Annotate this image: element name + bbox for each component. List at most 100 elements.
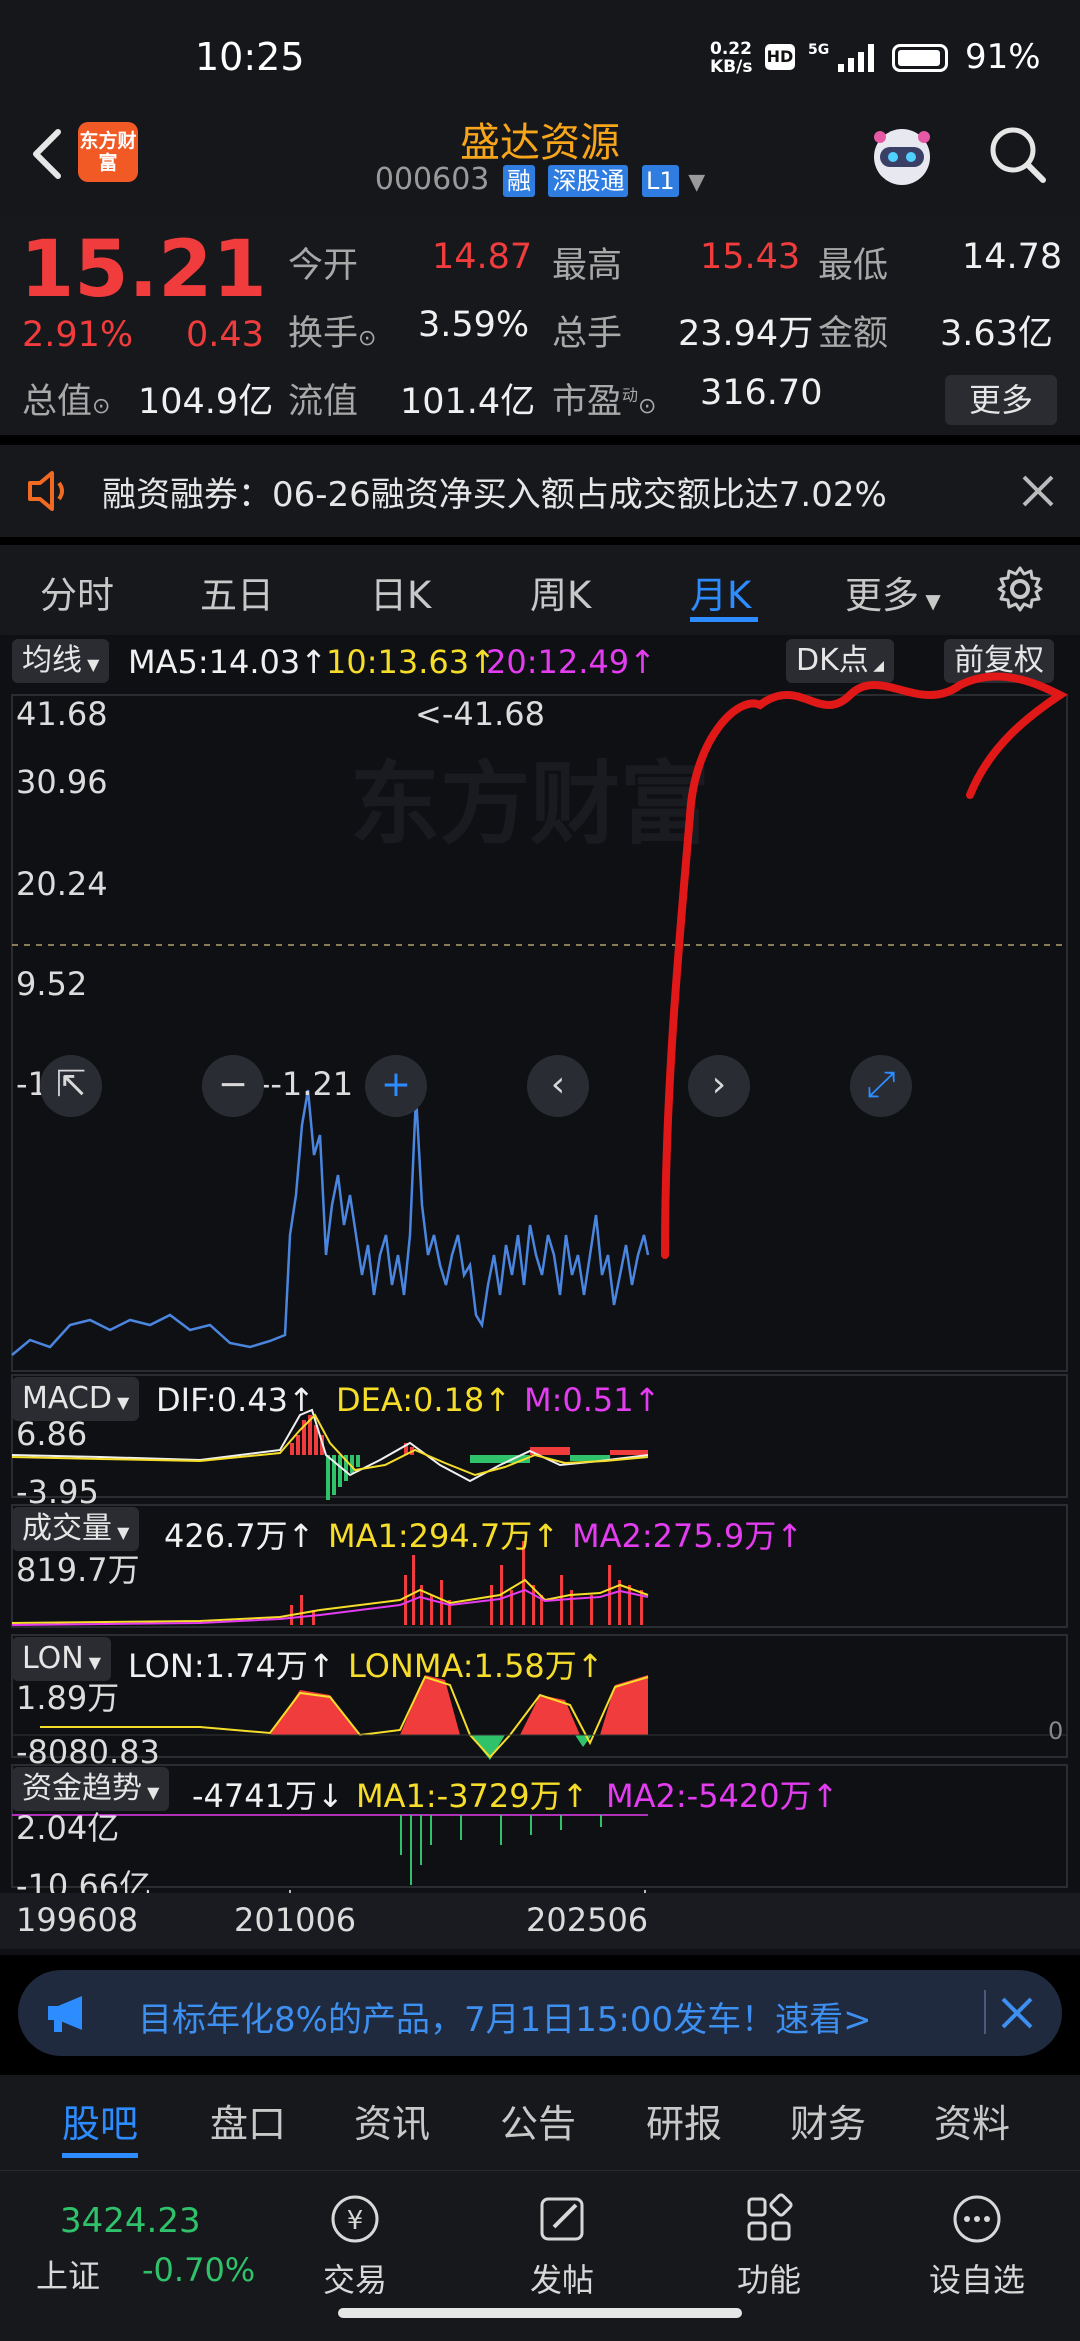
status-bar: 10:25 0.22 KB/s HD 5G 91%	[0, 0, 1080, 110]
stock-code: 000603	[374, 162, 490, 197]
settings-gear-icon[interactable]	[996, 565, 1044, 613]
mktcap-label[interactable]: 总值⊙	[22, 373, 110, 424]
battery-percent: 91%	[965, 37, 1041, 77]
tab-intraday[interactable]: 分时	[40, 565, 114, 619]
zoom-in-icon[interactable]: +	[365, 1055, 427, 1117]
low-value: 14.78	[962, 237, 1063, 277]
tab-monthly-k[interactable]: 月K	[690, 565, 751, 619]
svg-text:¥: ¥	[347, 2206, 364, 2236]
lon-value: LON:1.74万↑	[128, 1647, 335, 1685]
more-dots-icon	[953, 2195, 1001, 2243]
divider	[984, 1990, 986, 2034]
amount-label: 金额	[818, 314, 889, 354]
close-promo-icon[interactable]	[1000, 1996, 1034, 2030]
edit-icon	[540, 2197, 584, 2241]
low-label: 最低	[818, 246, 889, 286]
change-percent: 2.91%	[22, 315, 134, 355]
tab-profile[interactable]: 资料	[934, 2093, 1010, 2148]
period-tabs: 分时 五日 日K 周K 月K 更多 ▼	[0, 545, 1080, 635]
fund-ma1: MA1:-3729万↑	[356, 1777, 589, 1815]
megaphone-icon	[48, 1996, 82, 2032]
quote-panel: 15.21 2.91% 0.43 今开 14.87 最高 15.43 最低 14…	[0, 215, 1080, 435]
lonma-value: LONMA:1.58万↑	[348, 1647, 604, 1685]
robot-assistant-icon[interactable]	[862, 115, 942, 195]
change-amount: 0.43	[186, 315, 264, 355]
tab-more[interactable]: 更多 ▼	[845, 565, 941, 619]
y-tick-4: 9.52	[16, 965, 88, 1003]
close-icon[interactable]	[1020, 473, 1056, 509]
active-tab-underline	[690, 617, 758, 622]
y-tick-3: 20.24	[16, 865, 108, 903]
nav-trade[interactable]: ¥ 交易	[290, 2191, 420, 2301]
battery-icon	[892, 44, 948, 72]
volume-top: 819.7万	[16, 1551, 140, 1589]
pe-value: 316.70	[700, 373, 823, 413]
stock-header: 东方财富 盛达资源 000603 融 深股通 L1 ▼	[0, 110, 1080, 215]
float-label: 流值	[288, 382, 359, 422]
macd-m: M:0.51↑	[524, 1381, 661, 1419]
scroll-left-icon[interactable]: ‹	[527, 1055, 589, 1117]
turnover-value: 3.59%	[418, 305, 530, 345]
tab-weekly-k[interactable]: 周K	[530, 565, 591, 619]
high-label: 最高	[552, 246, 623, 286]
nav-functions[interactable]: 功能	[704, 2191, 834, 2301]
volume-current: 426.7万↑	[164, 1517, 315, 1555]
more-button[interactable]: 更多	[945, 375, 1057, 425]
volume-ma1: MA1:294.7万↑	[328, 1517, 560, 1555]
pe-label[interactable]: 市盈动⊙	[552, 373, 656, 424]
volume-value: 23.94万	[678, 314, 814, 354]
macd-top: 6.86	[16, 1415, 88, 1453]
fund-ma2: MA2:-5420万↑	[606, 1777, 839, 1815]
index-name[interactable]: 上证	[36, 2251, 100, 2297]
macd-dea: DEA:0.18↑	[336, 1381, 512, 1419]
tab-news[interactable]: 资讯	[354, 2093, 430, 2148]
max-price-label: <-41.68	[415, 695, 545, 733]
nav-post[interactable]: 发帖	[497, 2191, 627, 2301]
active-info-tab-underline	[62, 2153, 138, 2158]
kline-chart-area[interactable]: 均线 ▼ MA5:14.03↑ 10:13.63↑ 20:12.49↑ DK点 …	[0, 635, 1080, 1955]
zoom-out-icon[interactable]: −	[202, 1055, 264, 1117]
high-value: 15.43	[700, 237, 801, 277]
fund-value: -4741万↓	[192, 1777, 344, 1815]
index-change[interactable]: -0.70%	[142, 2251, 255, 2289]
macd-bottom: -3.95	[16, 1473, 99, 1511]
macd-dif: DIF:0.43↑	[156, 1381, 315, 1419]
fund-bars	[400, 1815, 602, 1885]
lon-bottom: -8080.83	[16, 1733, 160, 1771]
current-price: 15.21	[20, 225, 267, 315]
margin-notice-bar[interactable]: 融资融券：06-26融资净买入额占成交额比达7.02%	[0, 445, 1080, 537]
tab-finance[interactable]: 财务	[790, 2093, 866, 2148]
trade-icon: ¥	[331, 2195, 379, 2243]
turnover-label[interactable]: 换手⊙	[288, 305, 376, 356]
tab-orderbook[interactable]: 盘口	[210, 2093, 286, 2148]
home-indicator[interactable]	[338, 2308, 742, 2318]
notice-text: 融资融券：06-26融资净买入额占成交额比达7.02%	[102, 475, 887, 515]
shrink-icon[interactable]: ⇱	[40, 1055, 102, 1117]
tab-five-day[interactable]: 五日	[200, 565, 274, 619]
fullscreen-icon[interactable]: ⤢	[850, 1055, 912, 1117]
tab-announcements[interactable]: 公告	[500, 2093, 576, 2148]
mktcap-value: 104.9亿	[138, 382, 274, 422]
promo-banner[interactable]: 目标年化8%的产品，7月1日15:00发车！速看>	[18, 1970, 1062, 2056]
y-tick-2: 30.96	[16, 763, 108, 801]
open-label: 今开	[288, 246, 359, 286]
tab-research[interactable]: 研报	[646, 2093, 722, 2148]
level-tag: L1	[642, 165, 679, 197]
margin-tag: 融	[502, 165, 535, 197]
clock: 10:25	[195, 35, 305, 79]
tab-daily-k[interactable]: 日K	[370, 565, 431, 619]
connect-tag: 深股通	[548, 165, 629, 197]
lon-top: 1.89万	[16, 1679, 120, 1717]
search-icon[interactable]	[985, 122, 1049, 186]
volume-ma2: MA2:275.9万↑	[572, 1517, 804, 1555]
grid-icon	[747, 2193, 793, 2241]
dropdown-icon: ▼	[688, 170, 706, 195]
index-value[interactable]: 3424.23	[60, 2201, 201, 2241]
nav-add-watchlist[interactable]: 设自选	[912, 2191, 1042, 2301]
info-tabs: 股吧 盘口 资讯 公告 研报 财务 资料	[0, 2075, 1080, 2170]
svg-text:5G: 5G	[808, 42, 829, 58]
fund-top: 2.04亿	[16, 1809, 120, 1847]
hd-icon: HD	[765, 44, 795, 70]
scroll-right-icon[interactable]: ›	[688, 1055, 750, 1117]
tab-forum[interactable]: 股吧	[62, 2093, 138, 2148]
